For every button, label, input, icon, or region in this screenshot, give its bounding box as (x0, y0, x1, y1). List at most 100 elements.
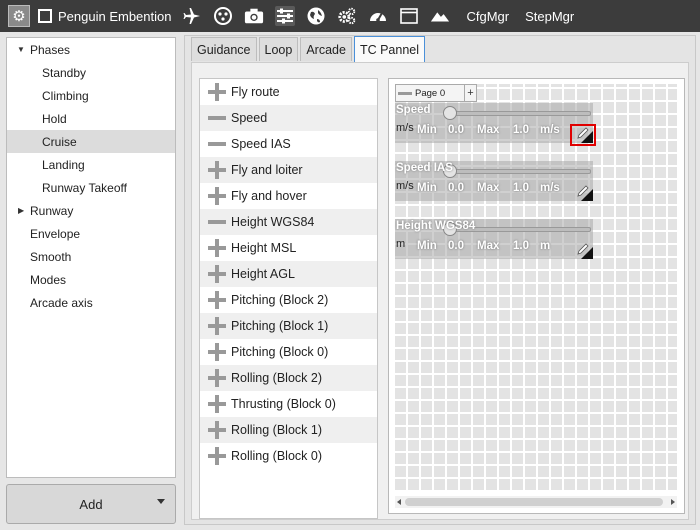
gear-icon[interactable]: ⚙ (8, 5, 30, 27)
widget-title: Height WGS84 (396, 220, 476, 232)
plus-icon[interactable] (208, 369, 226, 387)
cfgmgr-link[interactable]: CfgMgr (466, 9, 509, 24)
max-value: 1.0 (513, 182, 529, 194)
tab-arcade[interactable]: Arcade (300, 37, 352, 61)
expand-right-icon[interactable]: ▶ (18, 206, 24, 215)
plus-icon[interactable] (208, 161, 226, 179)
control-widget-speed-ias[interactable]: Speed IAS m/s Min 0.0 Max 1.0 m/s (395, 161, 593, 201)
slider-knob[interactable] (443, 106, 457, 120)
add-page-button[interactable]: + (465, 84, 477, 102)
min-value: 0.0 (448, 240, 464, 252)
airplane-icon[interactable] (182, 6, 202, 26)
plus-icon[interactable] (208, 447, 226, 465)
list-item[interactable]: Pitching (Block 0) (200, 339, 377, 365)
widget-title: Speed (396, 104, 431, 116)
list-item[interactable]: Fly and hover (200, 183, 377, 209)
tree-item-arcade-axis[interactable]: Arcade axis (7, 291, 175, 314)
camera-icon[interactable] (244, 6, 264, 26)
list-item[interactable]: Pitching (Block 1) (200, 313, 377, 339)
list-item[interactable]: Height AGL (200, 261, 377, 287)
control-widget-speed[interactable]: Speed m/s Min 0.0 Max 1.0 m/s (395, 103, 596, 146)
widget-unit: m/s (396, 180, 414, 192)
minus-icon[interactable] (398, 91, 412, 95)
list-item[interactable]: Speed (200, 105, 377, 131)
tree-item-modes[interactable]: Modes (7, 268, 175, 291)
tree-item-runway[interactable]: ▶ Runway (7, 199, 175, 222)
plus-icon[interactable] (208, 239, 226, 257)
list-item[interactable]: Fly route (200, 79, 377, 105)
plus-icon[interactable] (208, 83, 226, 101)
plus-icon[interactable] (208, 291, 226, 309)
list-item[interactable]: Rolling (Block 0) (200, 443, 377, 469)
tab-loop[interactable]: Loop (258, 37, 299, 61)
plus-icon[interactable] (208, 395, 226, 413)
control-widget-height-wgs84[interactable]: Height WGS84 m Min 0.0 Max 1.0 m (395, 219, 593, 259)
max-value: 1.0 (513, 240, 529, 252)
slider-track[interactable] (445, 111, 591, 116)
minus-icon[interactable] (208, 135, 226, 153)
main-panel: Guidance Loop Arcade TC Pannel Fly route… (184, 35, 696, 525)
tree-item-standby[interactable]: Standby (7, 61, 175, 84)
plus-icon[interactable] (208, 265, 226, 283)
list-item[interactable]: Thrusting (Block 0) (200, 391, 377, 417)
cogs-icon[interactable] (337, 6, 357, 26)
tree-item-climbing[interactable]: Climbing (7, 84, 175, 107)
scroll-left-icon[interactable] (397, 499, 401, 505)
plus-icon[interactable] (208, 421, 226, 439)
list-item[interactable]: Pitching (Block 2) (200, 287, 377, 313)
tab-guidance[interactable]: Guidance (191, 37, 257, 61)
add-button[interactable]: Add (6, 484, 176, 524)
list-item[interactable]: Height MSL (200, 235, 377, 261)
tree-item-landing[interactable]: Landing (7, 153, 175, 176)
external-link-icon (38, 9, 52, 23)
app-title-item[interactable]: Penguin Embention (38, 9, 171, 24)
tree-item-smooth[interactable]: Smooth (7, 245, 175, 268)
variable-list: Fly route Speed Speed IAS Fly and loiter… (199, 78, 378, 519)
min-value: 0.0 (448, 182, 464, 194)
panel-canvas[interactable]: Page 0 + Speed m/s Min 0.0 Max 1.0 m/s S… (388, 78, 685, 514)
minus-icon[interactable] (208, 109, 226, 127)
plus-icon[interactable] (208, 187, 226, 205)
stepmgr-link[interactable]: StepMgr (525, 9, 574, 24)
grid-background (395, 84, 677, 490)
horizontal-scrollbar[interactable] (395, 496, 677, 508)
tree-item-envelope[interactable]: Envelope (7, 222, 175, 245)
sliders-icon[interactable] (275, 6, 296, 26)
window-icon[interactable] (399, 6, 419, 26)
tab-bar: Guidance Loop Arcade TC Pannel (191, 36, 427, 62)
plus-icon[interactable] (208, 317, 226, 335)
expand-down-icon[interactable]: ▼ (17, 45, 25, 54)
globe-icon[interactable] (306, 6, 326, 26)
scrollbar-thumb[interactable] (405, 498, 663, 506)
tree-item-hold[interactable]: Hold (7, 107, 175, 130)
widget-title: Speed IAS (396, 162, 453, 174)
edit-pencil-icon[interactable] (576, 242, 590, 256)
list-item[interactable]: Fly and loiter (200, 157, 377, 183)
edit-pencil-icon[interactable] (576, 184, 590, 198)
list-item[interactable]: Rolling (Block 1) (200, 417, 377, 443)
dropdown-caret-icon[interactable] (157, 499, 165, 504)
edit-button-highlight (570, 124, 596, 146)
min-value: 0.0 (448, 124, 464, 136)
mountain-icon[interactable] (430, 6, 450, 26)
tree-item-phases[interactable]: ▼ Phases (7, 38, 175, 61)
list-item[interactable]: Height WGS84 (200, 209, 377, 235)
widget-unit: m/s (396, 122, 414, 134)
tc-pannel-content: Fly route Speed Speed IAS Fly and loiter… (191, 62, 689, 520)
page-tab[interactable]: Page 0 (395, 84, 465, 102)
list-item[interactable]: Rolling (Block 2) (200, 365, 377, 391)
tree-item-runway-takeoff[interactable]: Runway Takeoff (7, 176, 175, 199)
top-toolbar: ⚙ Penguin Embention CfgMgr StepMgr (0, 0, 700, 32)
max-value: 1.0 (513, 124, 529, 136)
scroll-right-icon[interactable] (671, 499, 675, 505)
dots-icon[interactable] (213, 6, 233, 26)
slider-track[interactable] (445, 169, 591, 174)
widget-unit: m (396, 238, 406, 250)
gauge-icon[interactable] (368, 6, 388, 26)
minus-icon[interactable] (208, 213, 226, 231)
list-item[interactable]: Speed IAS (200, 131, 377, 157)
tree-item-cruise[interactable]: Cruise (7, 130, 175, 153)
app-title: Penguin Embention (58, 8, 172, 24)
tab-tc-pannel[interactable]: TC Pannel (353, 36, 425, 62)
plus-icon[interactable] (208, 343, 226, 361)
